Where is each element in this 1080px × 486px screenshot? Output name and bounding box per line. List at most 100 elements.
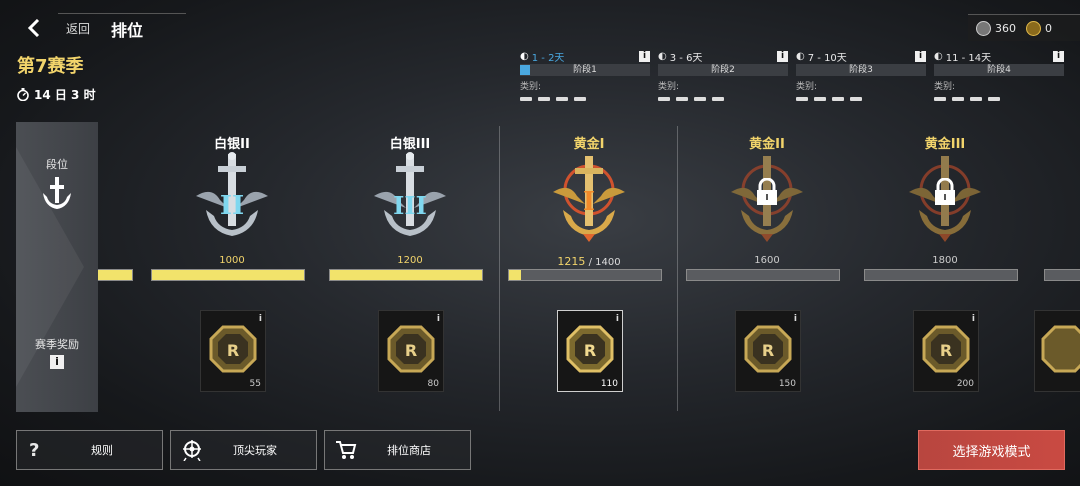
rank-progress-bar — [151, 269, 305, 281]
stage-days: 3 - 6天 — [669, 52, 703, 64]
rules-button[interactable]: ? 规则 — [16, 430, 163, 470]
next-rank-progress — [1044, 269, 1080, 281]
moon-icon: ◐ — [520, 50, 529, 62]
reward-quantity: 55 — [249, 379, 261, 389]
rank-target-points: / 1400 — [588, 257, 621, 268]
rank-silver-3[interactable]: 白银III III 1200 i R 80 — [321, 128, 499, 412]
rank-shop-button[interactable]: 排位商店 — [324, 430, 471, 470]
info-icon[interactable]: i — [639, 50, 650, 62]
rank-shop-label: 排位商店 — [387, 444, 431, 457]
rank-silver-2[interactable]: 白银II II 1000 i R 55 — [143, 128, 321, 412]
select-game-mode-button[interactable]: 选择游戏模式 — [918, 430, 1065, 470]
info-icon[interactable]: i — [777, 50, 788, 62]
stage-days: 11 - 14天 — [945, 52, 992, 64]
reward-card[interactable]: i R 80 — [378, 310, 444, 392]
stage-name-bar: 阶段2 — [658, 64, 788, 76]
reward-quantity: 200 — [956, 379, 974, 389]
stage-active-marker — [520, 65, 530, 75]
gold-balance: 0 — [1026, 20, 1052, 36]
info-icon[interactable]: i — [50, 355, 64, 369]
info-icon[interactable]: i — [616, 314, 619, 324]
cart-icon — [336, 441, 357, 459]
stage-4[interactable]: ◐ 11 - 14天 i 阶段4 类别: — [934, 48, 1064, 103]
select-game-mode-label: 选择游戏模式 — [952, 444, 1031, 460]
rank-token-icon: R — [922, 325, 970, 373]
stage-category-icons — [796, 95, 926, 103]
moon-icon: ◐ — [934, 50, 943, 62]
stage-category-icons — [658, 95, 788, 103]
reward-quantity: 80 — [427, 379, 439, 389]
reward-card[interactable]: i R 150 — [735, 310, 801, 392]
info-icon[interactable]: i — [437, 314, 440, 324]
info-icon[interactable]: i — [259, 314, 262, 324]
lock-icon — [935, 178, 955, 205]
stage-name-bar: 阶段3 — [796, 64, 926, 76]
rank-gold-1-current[interactable]: 黄金I I 1215 / 1400 i R 110 — [500, 128, 678, 412]
reward-quantity: 110 — [600, 379, 618, 389]
rank-gold-3-locked[interactable]: 黄金III 1800 i R 200 — [856, 128, 1034, 412]
gold-value: 0 — [1045, 21, 1052, 35]
chevron-left-icon — [27, 19, 40, 37]
season-time-left: 14 日 3 时 — [34, 88, 96, 102]
rank-progress-bar — [508, 269, 662, 281]
stage-days: 7 - 10天 — [807, 52, 847, 64]
rules-label: 规则 — [91, 444, 113, 457]
stage-days: 1 - 2天 — [531, 52, 565, 64]
reward-card[interactable]: i R 200 — [913, 310, 979, 392]
rank-token-icon: R — [387, 325, 435, 373]
stage-1[interactable]: ◐ 1 - 2天 i 阶段1 类别: — [520, 48, 650, 103]
rank-current-points: 1215 — [557, 255, 586, 268]
silver-rank-emblem-icon: III — [374, 152, 446, 236]
stage-category-label: 类别: — [520, 82, 542, 92]
stage-name: 阶段2 — [711, 65, 735, 75]
stage-name: 阶段1 — [573, 65, 597, 75]
stage-category-label: 类别: — [796, 82, 818, 92]
rank-anchor-icon — [43, 177, 71, 209]
wheel-icon — [183, 440, 201, 461]
silver-value: 360 — [995, 21, 1016, 35]
rank-token-icon: R — [566, 325, 614, 373]
stage-name-bar: 阶段4 — [934, 64, 1064, 76]
previous-rank-progress — [98, 269, 133, 281]
svg-text:II: II — [220, 191, 244, 221]
header-divider — [58, 13, 186, 14]
stage-2[interactable]: ◐ 3 - 6天 i 阶段2 类别: — [658, 48, 788, 103]
stage-category-icons — [520, 95, 650, 103]
reward-card[interactable]: i R 55 — [200, 310, 266, 392]
rank-points: 1215 / 1400 — [500, 255, 678, 268]
next-reward-card[interactable] — [1034, 310, 1080, 392]
gold-coin-icon — [1026, 20, 1041, 36]
season-name: 第7赛季 — [17, 56, 84, 77]
svg-text:R: R — [762, 341, 774, 360]
top-players-label: 顶尖玩家 — [233, 444, 277, 457]
rank-progress-fill — [152, 270, 304, 280]
rank-points: 1000 — [219, 255, 245, 266]
stage-3[interactable]: ◐ 7 - 10天 i 阶段3 类别: — [796, 48, 926, 103]
stage-name: 阶段4 — [987, 65, 1011, 75]
gold-rank-emblem-icon: I — [553, 156, 625, 242]
silver-balance: 360 — [976, 20, 1016, 36]
stage-category-label: 类别: — [658, 82, 680, 92]
svg-text:I: I — [583, 187, 595, 217]
info-icon[interactable]: i — [794, 314, 797, 324]
info-icon[interactable]: i — [1053, 50, 1064, 62]
rank-gold-2-locked[interactable]: 黄金II 1600 i R 150 — [678, 128, 856, 412]
rank-progress-fill — [509, 270, 522, 280]
silver-rank-emblem-icon: II — [196, 152, 268, 236]
info-icon[interactable]: i — [915, 50, 926, 62]
top-players-button[interactable]: 顶尖玩家 — [170, 430, 317, 470]
back-label[interactable]: 返回 — [66, 20, 90, 37]
stage-name: 阶段3 — [849, 65, 873, 75]
rank-token-icon: R — [744, 325, 792, 373]
reward-card[interactable]: i R 110 — [557, 310, 623, 392]
info-icon[interactable]: i — [972, 314, 975, 324]
moon-icon: ◐ — [796, 50, 805, 62]
back-button[interactable] — [16, 14, 52, 42]
currency-panel: 360 0 — [968, 14, 1080, 41]
rank-points: 1200 — [397, 255, 423, 266]
stopwatch-icon — [17, 88, 29, 101]
moon-icon: ◐ — [658, 50, 667, 62]
svg-text:R: R — [584, 341, 596, 360]
rank-progress-fill — [330, 270, 482, 280]
rank-token-icon — [1041, 325, 1080, 373]
